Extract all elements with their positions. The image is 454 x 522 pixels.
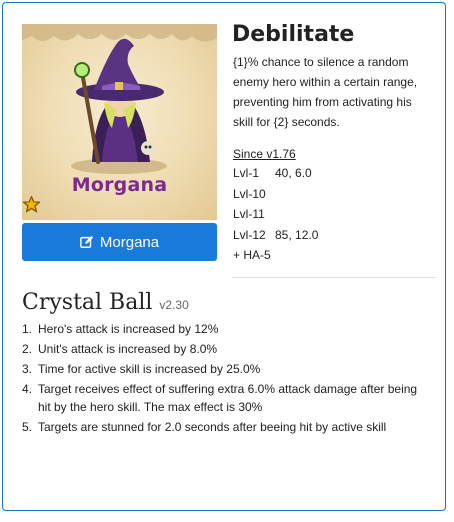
skill-description: {1}% chance to silence a random enemy he… [233, 55, 418, 129]
hero-edit-button[interactable]: Morgana [22, 223, 217, 261]
level-row: Lvl-1 40, 6.0 [233, 163, 318, 184]
level-row: Lvl-11 [233, 204, 318, 225]
skill-title: Debilitate [232, 22, 355, 47]
list-number: 1. [22, 322, 33, 336]
list-number: 2. [22, 342, 33, 356]
level-label: Lvl-12 [233, 227, 266, 242]
level-row: Lvl-10 [233, 184, 318, 205]
list-item: 2. Unit's attack is increased by 8.0% [22, 340, 422, 358]
level-value: 85, 12.0 [275, 227, 319, 242]
hero-portrait: Morgana [22, 24, 217, 220]
level-label: Lvl-10 [233, 186, 266, 201]
list-item: 3. Time for active skill is increased by… [22, 360, 422, 378]
list-item: 4. Target receives effect of suffering e… [22, 380, 422, 416]
list-number: 3. [22, 362, 33, 376]
level-label: Lvl-11 [233, 207, 265, 221]
hero-name: Morgana [71, 174, 168, 196]
list-number: 4. [22, 382, 33, 396]
edit-icon [80, 235, 94, 248]
extra-row: + HA-5 [233, 245, 318, 266]
effects-list: 1. Hero's attack is increased by 12% 2. … [22, 320, 422, 438]
star-icon [23, 196, 40, 213]
list-text: Targets are stunned for 2.0 seconds afte… [38, 420, 387, 434]
item-name: Crystal Ball [22, 290, 153, 315]
list-text: Target receives effect of suffering extr… [38, 382, 418, 414]
skill-levels: Lvl-1 40, 6.0 Lvl-10 Lvl-11 Lvl-12 85, 1… [233, 163, 318, 266]
list-text: Time for active skill is increased by 25… [38, 362, 261, 376]
since-version-link[interactable]: Since v1.76 [233, 147, 296, 161]
hero-button-label: Morgana [99, 233, 160, 251]
list-item: 5. Targets are stunned for 2.0 seconds a… [22, 418, 422, 436]
list-number: 5. [22, 420, 33, 434]
extra-label: + HA-5 [233, 248, 271, 262]
item-version: v2.30 [159, 298, 189, 312]
level-value: 40, 6.0 [275, 166, 312, 180]
item-title: Crystal Ball v2.30 [22, 290, 189, 315]
list-text: Unit's attack is increased by 8.0% [38, 342, 218, 356]
section-divider [232, 277, 436, 278]
level-label: Lvl-1 [233, 166, 260, 180]
list-text: Hero's attack is increased by 12% [38, 322, 219, 336]
list-item: 1. Hero's attack is increased by 12% [22, 320, 422, 338]
level-row: Lvl-12 85, 12.0 [233, 225, 318, 246]
